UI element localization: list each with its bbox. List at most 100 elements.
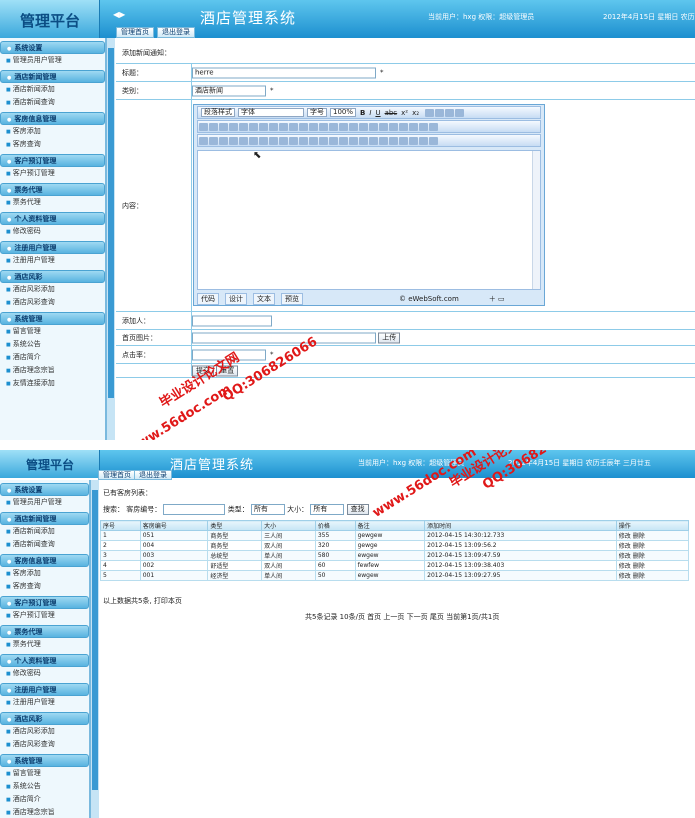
sidebar-group-booking[interactable]: 客户预订管理 xyxy=(0,154,105,167)
file-icon[interactable] xyxy=(229,136,238,145)
nav-home-tab[interactable]: 管理首页 xyxy=(98,470,136,480)
redo-icon[interactable] xyxy=(289,122,298,131)
justify-icon[interactable] xyxy=(455,108,465,117)
scrollbar-thumb[interactable] xyxy=(92,490,98,790)
sidebar-item-news-query[interactable]: 酒店新闻查询 xyxy=(0,538,89,551)
category-field[interactable]: 酒店新闻 xyxy=(192,85,266,96)
cell-actions[interactable]: 修改 删除 xyxy=(615,530,690,541)
sidebar-item-messages[interactable]: 留言管理 xyxy=(0,767,89,780)
sidebar-group-users[interactable]: 注册用户管理 xyxy=(0,241,105,254)
sidebar-item-style-query[interactable]: 酒店风彩查询 xyxy=(0,738,89,751)
underline-button[interactable]: U xyxy=(375,109,380,117)
nav-home-tab[interactable]: 管理首页 xyxy=(116,27,154,38)
search-button[interactable]: 查找 xyxy=(346,504,369,515)
copy-icon[interactable] xyxy=(209,122,218,131)
paste-word-icon[interactable] xyxy=(239,122,248,131)
adder-input[interactable] xyxy=(192,315,272,326)
room-no-input[interactable] xyxy=(163,504,226,515)
align-center-icon[interactable] xyxy=(435,108,445,117)
font-size-select[interactable]: 字号 xyxy=(307,108,327,117)
unlink-icon[interactable] xyxy=(329,136,338,145)
italic-button[interactable]: I xyxy=(369,109,371,117)
table-icon[interactable] xyxy=(259,136,268,145)
paste-icon[interactable] xyxy=(219,122,228,131)
sidebar-item-intro[interactable]: 酒店简介 xyxy=(0,351,105,364)
editor-scrollbar[interactable] xyxy=(532,151,540,289)
superscript-button[interactable]: x² xyxy=(401,109,408,117)
emoticon-icon[interactable] xyxy=(369,136,378,145)
align-right-icon[interactable] xyxy=(445,108,455,117)
marquee-icon[interactable] xyxy=(309,136,318,145)
fullscreen-icon[interactable] xyxy=(419,136,428,145)
sidebar-group-users[interactable]: 注册用户管理 xyxy=(0,683,89,696)
sidebar-item-intro[interactable]: 酒店简介 xyxy=(0,793,89,806)
sidebar-group-style[interactable]: 酒店风彩 xyxy=(0,712,89,725)
zoom-select[interactable]: 100% xyxy=(330,108,357,117)
cell-actions[interactable]: 修改 删除 xyxy=(615,540,690,551)
sidebar-item-notice[interactable]: 系统公告 xyxy=(0,338,105,351)
size-select[interactable]: 所有 xyxy=(310,504,345,515)
about-icon[interactable] xyxy=(429,136,438,145)
cell-actions[interactable]: 修改 删除 xyxy=(615,560,690,571)
sidebar-group-news[interactable]: 酒店新闻管理 xyxy=(0,512,89,525)
symbol-icon[interactable] xyxy=(359,136,368,145)
sidebar-item-notice[interactable]: 系统公告 xyxy=(0,780,89,793)
sidebar-group-style[interactable]: 酒店风彩 xyxy=(0,270,105,283)
hr-icon[interactable] xyxy=(299,136,308,145)
upload-button[interactable]: 上传 xyxy=(378,332,401,343)
sidebar-item-ticket[interactable]: 票务代理 xyxy=(0,638,89,651)
sidebar-group-ticket[interactable]: 票务代理 xyxy=(0,625,89,638)
sidebar-item-messages[interactable]: 留言管理 xyxy=(0,325,105,338)
sidebar-item-password[interactable]: 修改密码 xyxy=(0,667,89,680)
editor-content-area[interactable] xyxy=(197,150,541,290)
nav-logout-tab[interactable]: 退出登录 xyxy=(134,470,172,480)
image-icon[interactable] xyxy=(199,136,208,145)
sidebar-item-philosophy[interactable]: 酒店理念宗旨 xyxy=(0,806,89,818)
nav-logout-tab[interactable]: 退出登录 xyxy=(157,27,195,38)
sidebar-item-news-query[interactable]: 酒店新闻查询 xyxy=(0,96,105,109)
indent-icon[interactable] xyxy=(349,122,358,131)
undo-icon[interactable] xyxy=(279,122,288,131)
numbered-list-icon[interactable] xyxy=(319,122,328,131)
sidebar-group-news[interactable]: 酒店新闻管理 xyxy=(0,70,105,83)
editor-text-tab[interactable]: 文本 xyxy=(253,292,275,305)
anchor-icon[interactable] xyxy=(339,136,348,145)
upper-icon[interactable] xyxy=(399,122,408,131)
sidebar-item-style-add[interactable]: 酒店风彩添加 xyxy=(0,283,105,296)
select-all-icon[interactable] xyxy=(299,122,308,131)
editor-code-tab[interactable]: 代码 xyxy=(197,292,219,305)
sidebar-item-room-add[interactable]: 客房添加 xyxy=(0,125,105,138)
paragraph-style-select[interactable]: 段落样式 xyxy=(201,108,235,117)
delete-icon[interactable] xyxy=(259,122,268,131)
form-icon[interactable] xyxy=(269,136,278,145)
remove-format-icon[interactable] xyxy=(389,122,398,131)
sidebar-group-rooms[interactable]: 客房信息管理 xyxy=(0,112,105,125)
align-left-icon[interactable] xyxy=(425,108,435,117)
sidebar-group-system-mgmt[interactable]: 系统管理 xyxy=(0,754,89,767)
image-input[interactable] xyxy=(192,332,376,343)
scrollbar-thumb[interactable] xyxy=(108,48,114,398)
sidebar-item-links[interactable]: 友情连接添加 xyxy=(0,377,105,390)
sidebar-item-room-query[interactable]: 客房查询 xyxy=(0,580,89,593)
font-select[interactable]: 字体 xyxy=(238,108,304,117)
sidebar-item-admin-users[interactable]: 管理员用户管理 xyxy=(0,496,89,509)
sidebar-item-password[interactable]: 修改密码 xyxy=(0,225,105,238)
sidebar-scrollbar[interactable] xyxy=(90,480,99,818)
cell-actions[interactable]: 修改 删除 xyxy=(615,570,690,581)
sidebar-item-philosophy[interactable]: 酒店理念宗旨 xyxy=(0,364,105,377)
sidebar-group-booking[interactable]: 客户预订管理 xyxy=(0,596,89,609)
sidebar-group-system-settings[interactable]: 系统设置 xyxy=(0,483,89,496)
time-icon[interactable] xyxy=(389,136,398,145)
sidebar-item-users[interactable]: 注册用户管理 xyxy=(0,696,89,709)
sidebar-item-room-query[interactable]: 客房查询 xyxy=(0,138,105,151)
outdent-icon[interactable] xyxy=(339,122,348,131)
sidebar-group-rooms[interactable]: 客房信息管理 xyxy=(0,554,89,567)
editor-design-tab[interactable]: 设计 xyxy=(225,292,247,305)
cut-icon[interactable] xyxy=(199,122,208,131)
sidebar-item-news-add[interactable]: 酒店新闻添加 xyxy=(0,83,105,96)
pagination[interactable]: 共5条记录 10条/页 首页 上一页 下一页 尾页 当前第1页/共1页 xyxy=(305,612,499,622)
bullet-list-icon[interactable] xyxy=(329,122,338,131)
lower-icon[interactable] xyxy=(409,122,418,131)
sidebar-group-system-settings[interactable]: 系统设置 xyxy=(0,41,105,54)
sidebar-item-style-add[interactable]: 酒店风彩添加 xyxy=(0,725,89,738)
